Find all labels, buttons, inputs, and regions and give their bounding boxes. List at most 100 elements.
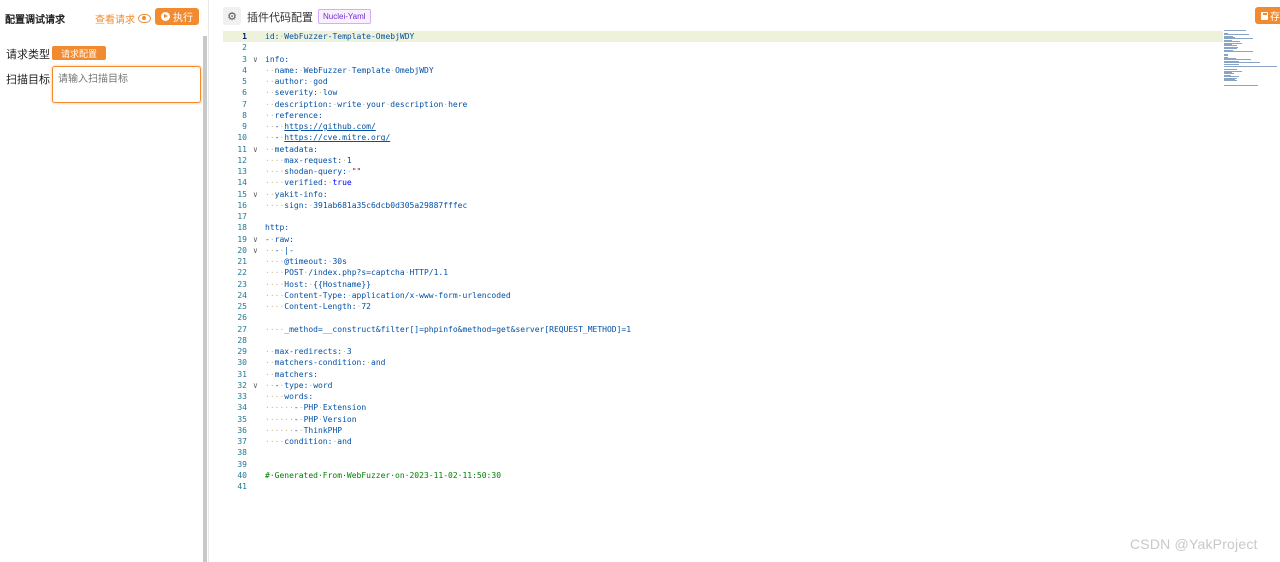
code-line[interactable]: 26 (223, 312, 1223, 323)
chevron-down-icon[interactable]: ∨ (253, 144, 258, 155)
editor-title: 插件代码配置 (247, 12, 313, 24)
chevron-down-icon[interactable]: ∨ (253, 54, 258, 65)
execute-label: 执行 (173, 13, 193, 24)
code-line[interactable]: 7 ··description:·write·your·description·h… (223, 99, 1223, 110)
line-code: ··-·https://github.com/ (265, 122, 376, 131)
line-code: ······-·PHP·Extension (265, 403, 367, 413)
code-line[interactable]: 32 ∨ ··-·type:·word (223, 380, 1223, 391)
code-line[interactable]: 41 (223, 481, 1223, 492)
line-number: 16 (237, 200, 247, 210)
view-request-link[interactable]: 查看请求 (95, 11, 151, 26)
code-line[interactable]: 14 ····verified:·true (223, 177, 1223, 188)
minimap-line (1224, 66, 1278, 68)
code-line[interactable]: 11 ∨ ··metadata: (223, 144, 1223, 155)
line-number: 29 (237, 347, 247, 356)
code-line[interactable]: 39 (223, 459, 1223, 470)
line-code: ··yakit-info: (265, 189, 328, 199)
code-editor[interactable]: 1 id:·WebFuzzer-Template-OmebjWDY 2 3 ∨ info:… (223, 30, 1280, 562)
code-line[interactable]: 16 ····sign:·391ab681a35c6dcb0d305a29887f… (223, 200, 1223, 211)
code-line[interactable]: 29 ··max-redirects:·3 (223, 346, 1223, 357)
minimap-line (1224, 30, 1246, 31)
line-code: #·Generated·From·WebFuzzer·on·2023-11-02… (265, 470, 502, 480)
code-line[interactable]: 18 http: (223, 222, 1223, 233)
save-icon (1261, 11, 1268, 20)
line-code: ····Content-Type:·application/x-www-form… (265, 290, 511, 300)
line-number: 17 (237, 212, 247, 221)
code-line[interactable]: 19 ∨ -·raw: (223, 234, 1223, 245)
line-number: 3 (242, 54, 247, 64)
line-code: ······-·ThinkPHP (265, 425, 343, 435)
code-line[interactable]: 31 ··matchers: (223, 369, 1223, 380)
line-number: 34 (237, 403, 247, 413)
scan-target-input[interactable] (52, 66, 201, 103)
code-line[interactable]: 24 ····Content-Type:·application/x-www-fo… (223, 290, 1223, 301)
code-line[interactable]: 21 ····@timeout:·30s (223, 256, 1223, 267)
line-code: http: (265, 223, 290, 233)
code-line[interactable]: 25 ····Content-Length:·72 (223, 301, 1223, 312)
line-number: 26 (237, 313, 247, 323)
code-line[interactable]: 33 ····words: (223, 391, 1223, 402)
code-line[interactable]: 9 ··-·https://github.com/ (223, 121, 1223, 132)
editor-minimap[interactable] (1222, 30, 1280, 90)
line-code: ··author:·god (265, 77, 328, 86)
line-number: 8 (242, 110, 247, 120)
code-line[interactable]: 15 ∨ ··yakit-info: (223, 189, 1223, 200)
line-number: 33 (237, 392, 247, 401)
watermark: CSDN @YakProject (1130, 536, 1258, 552)
code-line[interactable]: 34 ······-·PHP·Extension (223, 402, 1223, 413)
line-number: 6 (242, 88, 247, 98)
left-panel-scrollbar[interactable] (203, 36, 207, 562)
line-number: 31 (237, 369, 247, 379)
line-number: 38 (237, 448, 247, 458)
code-line[interactable]: 6 ··severity:·low (223, 87, 1223, 98)
code-line[interactable]: 3 ∨ info: (223, 54, 1223, 65)
minimap-line (1224, 80, 1237, 82)
code-line[interactable]: 37 ····condition:·and (223, 436, 1223, 447)
code-line[interactable]: 10 ··-·https://cve.mitre.org/ (223, 132, 1223, 143)
line-code: ····POST·/index.php?s=captcha·HTTP/1.1 (265, 268, 449, 278)
save-button[interactable]: 存 (1255, 7, 1280, 24)
code-line[interactable]: 13 ····shodan-query:·"" (223, 166, 1223, 177)
code-line[interactable]: 38 (223, 447, 1223, 458)
code-line[interactable]: 17 (223, 211, 1223, 222)
code-line[interactable]: 36 ······-·ThinkPHP (223, 425, 1223, 436)
chevron-down-icon[interactable]: ∨ (253, 189, 258, 200)
chevron-down-icon[interactable]: ∨ (253, 380, 258, 391)
line-number: 24 (237, 290, 247, 300)
settings-button[interactable]: ⚙ (223, 7, 241, 25)
code-line[interactable]: 27 ····_method=__construct&filter[]=phpin… (223, 324, 1223, 335)
code-line[interactable]: 40 #·Generated·From·WebFuzzer·on·2023-11-… (223, 470, 1223, 481)
save-label: 存 (1270, 12, 1280, 23)
execute-button[interactable]: 执行 (155, 8, 199, 25)
line-number: 32 (237, 380, 247, 390)
code-line[interactable]: 5 ··author:·god (223, 76, 1223, 87)
line-code: ··-·type:·word (265, 380, 333, 390)
line-number: 35 (237, 414, 247, 424)
code-line[interactable]: 2 (223, 42, 1223, 53)
line-code: ··description:·write·your·description·he… (265, 99, 468, 109)
code-line[interactable]: 20 ∨ ··-·|- (223, 245, 1223, 256)
code-line[interactable]: 1 id:·WebFuzzer-Template-OmebjWDY (223, 31, 1223, 43)
panel-divider[interactable] (208, 0, 209, 562)
chevron-down-icon[interactable]: ∨ (253, 234, 258, 245)
request-type-tag[interactable]: 请求配置 (52, 46, 106, 60)
line-code: ··severity:·low (265, 88, 338, 98)
eye-icon (138, 14, 151, 23)
line-number: 22 (237, 268, 247, 278)
code-line[interactable]: 23 ····Host:·{{Hostname}} (223, 279, 1223, 290)
code-line[interactable]: 28 (223, 335, 1223, 346)
line-number: 25 (237, 302, 247, 311)
line-code: ····sign:·391ab681a35c6dcb0d305a29887fff… (265, 200, 468, 210)
code-line[interactable]: 22 ····POST·/index.php?s=captcha·HTTP/1.1 (223, 267, 1223, 278)
code-line[interactable]: 8 ··reference: (223, 110, 1223, 121)
view-request-label: 查看请求 (95, 15, 135, 26)
code-line[interactable]: 35 ······-·PHP·Version (223, 414, 1223, 425)
chevron-down-icon[interactable]: ∨ (253, 245, 258, 256)
code-line[interactable]: 12 ····max-request:·1 (223, 155, 1223, 166)
line-code: ····max-request:·1 (265, 155, 352, 165)
line-number: 4 (242, 65, 247, 75)
code-line[interactable]: 30 ··matchers-condition:·and (223, 357, 1223, 368)
line-code: ····@timeout:·30s (265, 257, 347, 266)
code-line[interactable]: 4 ··name:·WebFuzzer·Template·OmebjWDY (223, 65, 1223, 76)
request-type-label: 请求类型 (6, 49, 50, 61)
